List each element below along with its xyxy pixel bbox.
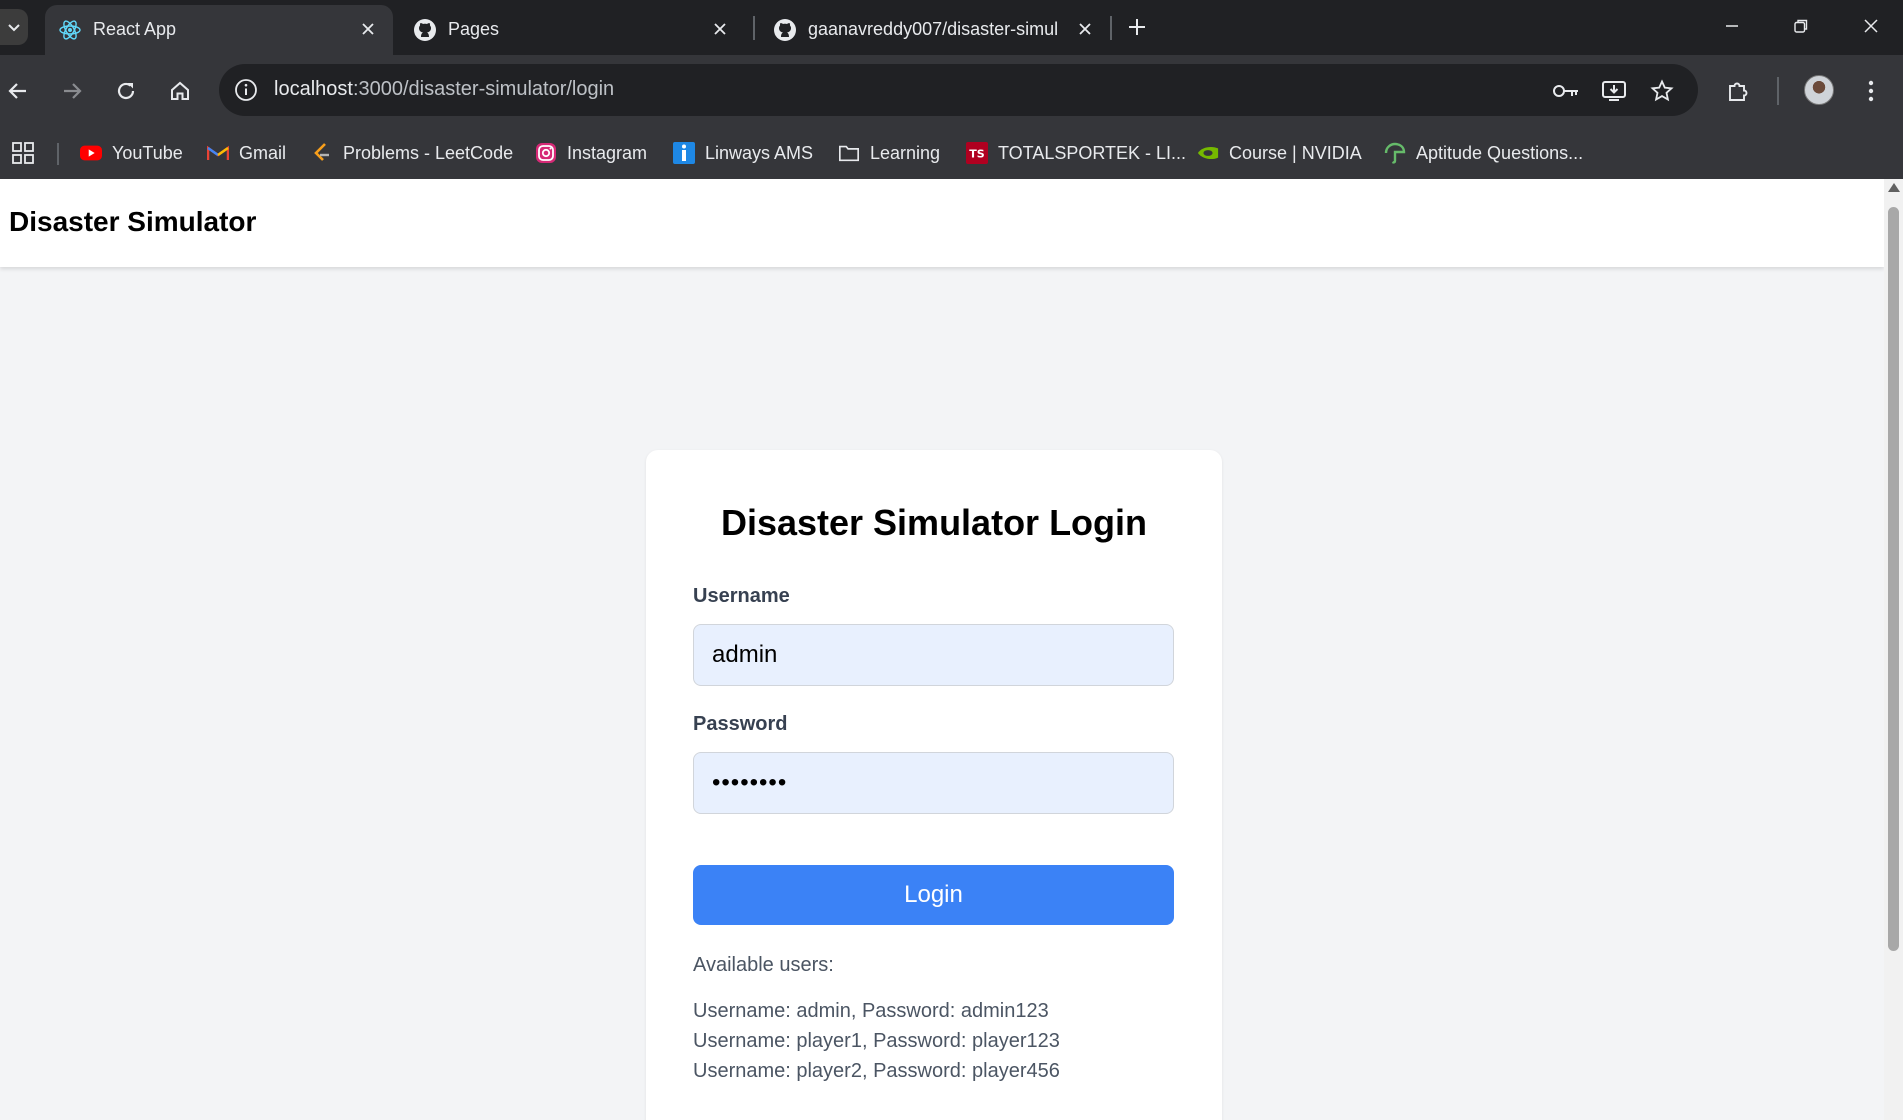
- bookmark-aptitude[interactable]: Aptitude Questions...: [1384, 137, 1583, 169]
- url-text[interactable]: localhost:3000/disaster-simulator/login: [274, 78, 614, 101]
- app-header: Disaster Simulator: [0, 179, 1884, 267]
- linways-icon: [673, 142, 695, 164]
- available-users-list: Username: admin, Password: admin123 User…: [693, 996, 1060, 1086]
- browser-toolbar: localhost:3000/disaster-simulator/login …: [0, 55, 1903, 179]
- install-app-icon[interactable]: [1599, 76, 1629, 106]
- tab-title: Pages: [448, 19, 500, 39]
- tab-react-app[interactable]: React App: [45, 5, 393, 55]
- more-vert-icon: [1868, 80, 1874, 102]
- aptitude-icon: [1384, 142, 1406, 164]
- gmail-icon: [207, 142, 229, 164]
- bookmark-label: Learning: [870, 142, 941, 163]
- bookmark-label: Linways AMS: [705, 142, 814, 163]
- site-info-icon[interactable]: [233, 77, 259, 103]
- scrollbar-thumb[interactable]: [1888, 207, 1899, 951]
- instagram-icon: [535, 142, 557, 164]
- username-label: Username: [693, 585, 790, 607]
- tab-divider: [753, 16, 755, 40]
- restore-button[interactable]: [1779, 6, 1823, 46]
- github-icon: [412, 17, 438, 43]
- app-title: Disaster Simulator: [9, 206, 257, 237]
- toolbar-divider: [1777, 77, 1779, 105]
- close-icon: [1864, 19, 1878, 33]
- bookmark-totalsportek[interactable]: TS TOTALSPORTEK - LI...: [966, 137, 1186, 169]
- folder-icon: [838, 142, 860, 164]
- bookmark-label: YouTube: [112, 142, 183, 163]
- plus-icon: [1129, 19, 1145, 35]
- url-host: localhost: [274, 78, 353, 100]
- svg-text:TS: TS: [969, 148, 985, 161]
- home-icon: [171, 81, 189, 100]
- tab-divider: [1110, 16, 1112, 40]
- close-icon[interactable]: [1074, 18, 1096, 40]
- list-item: Username: player1, Password: player123: [693, 1030, 1060, 1052]
- browser-menu-button[interactable]: [1851, 71, 1891, 111]
- bookmark-leetcode[interactable]: Problems - LeetCode: [311, 137, 513, 169]
- tab-title: React App: [93, 19, 177, 39]
- reload-icon: [117, 82, 135, 100]
- bookmark-label: TOTALSPORTEK - LI...: [998, 142, 1187, 163]
- username-input[interactable]: admin: [693, 624, 1174, 686]
- react-icon: [57, 17, 83, 43]
- arrow-right-icon: [64, 83, 82, 99]
- browser-tab-bar: React App Pages gaanavreddy007/disaster-…: [0, 0, 1903, 55]
- bookmark-label: Instagram: [567, 142, 648, 163]
- bookmark-label: Problems - LeetCode: [343, 142, 514, 163]
- nvidia-icon: [1197, 142, 1219, 164]
- page-scrollbar[interactable]: [1884, 179, 1903, 1120]
- leetcode-icon: [311, 142, 333, 164]
- bookmark-linways[interactable]: Linways AMS: [673, 137, 813, 169]
- bookmark-label: Aptitude Questions...: [1416, 142, 1584, 163]
- forward-button[interactable]: [52, 71, 92, 111]
- list-item: Username: player2, Password: player456: [693, 1060, 1060, 1082]
- login-title: Disaster Simulator Login: [720, 502, 1148, 543]
- scroll-up-arrow-icon[interactable]: [1888, 183, 1900, 192]
- available-users-heading: Available users:: [693, 954, 834, 976]
- bookmarks-divider: [57, 143, 59, 165]
- login-card: Disaster Simulator Login Username admin …: [646, 450, 1222, 1120]
- chevron-down-icon: [8, 24, 20, 32]
- close-icon[interactable]: [357, 18, 379, 40]
- close-window-button[interactable]: [1849, 6, 1893, 46]
- bookmark-nvidia[interactable]: Course | NVIDIA: [1197, 137, 1362, 169]
- home-button[interactable]: [160, 71, 200, 111]
- reload-button[interactable]: [106, 71, 146, 111]
- github-icon: [772, 17, 798, 43]
- totalsportek-icon: TS: [966, 142, 988, 164]
- bookmark-label: Course | NVIDIA: [1229, 142, 1362, 163]
- bookmark-star-icon[interactable]: [1647, 76, 1677, 106]
- bookmark-folder-learning[interactable]: Learning: [838, 137, 940, 169]
- list-item: Username: admin, Password: admin123: [693, 1000, 1049, 1022]
- minimize-icon: [1726, 25, 1738, 27]
- back-button[interactable]: [0, 71, 38, 111]
- youtube-icon: [80, 142, 102, 164]
- puzzle-icon: [1729, 82, 1748, 101]
- bookmarks-bar: YouTube Gmail Problems - LeetCode Instag…: [0, 127, 1903, 179]
- apps-button[interactable]: [11, 137, 35, 169]
- apps-grid-icon: [12, 142, 34, 164]
- close-icon[interactable]: [709, 18, 731, 40]
- minimize-button[interactable]: [1710, 6, 1754, 46]
- profile-avatar[interactable]: [1804, 75, 1834, 105]
- tab-search-button[interactable]: [0, 9, 28, 45]
- bookmark-youtube[interactable]: YouTube: [80, 137, 183, 169]
- arrow-left-icon: [8, 83, 26, 99]
- new-tab-button[interactable]: [1122, 12, 1152, 42]
- address-bar[interactable]: localhost:3000/disaster-simulator/login: [219, 64, 1698, 116]
- bookmark-label: Gmail: [239, 142, 287, 163]
- bookmark-instagram[interactable]: Instagram: [535, 137, 647, 169]
- password-input[interactable]: ••••••••: [693, 752, 1174, 814]
- login-button[interactable]: Login: [693, 865, 1174, 925]
- bookmark-gmail[interactable]: Gmail: [207, 137, 286, 169]
- page-viewport: Disaster Simulator Disaster Simulator Lo…: [0, 179, 1884, 1120]
- extensions-button[interactable]: [1718, 71, 1758, 111]
- url-path: :3000/disaster-simulator/login: [352, 78, 615, 100]
- restore-icon: [1794, 19, 1808, 33]
- password-label: Password: [693, 713, 788, 735]
- tab-github-repo[interactable]: gaanavreddy007/disaster-simul: [760, 5, 1110, 55]
- tab-pages[interactable]: Pages: [400, 5, 745, 55]
- tab-title: gaanavreddy007/disaster-simul: [808, 19, 1059, 39]
- password-key-icon[interactable]: [1551, 76, 1581, 106]
